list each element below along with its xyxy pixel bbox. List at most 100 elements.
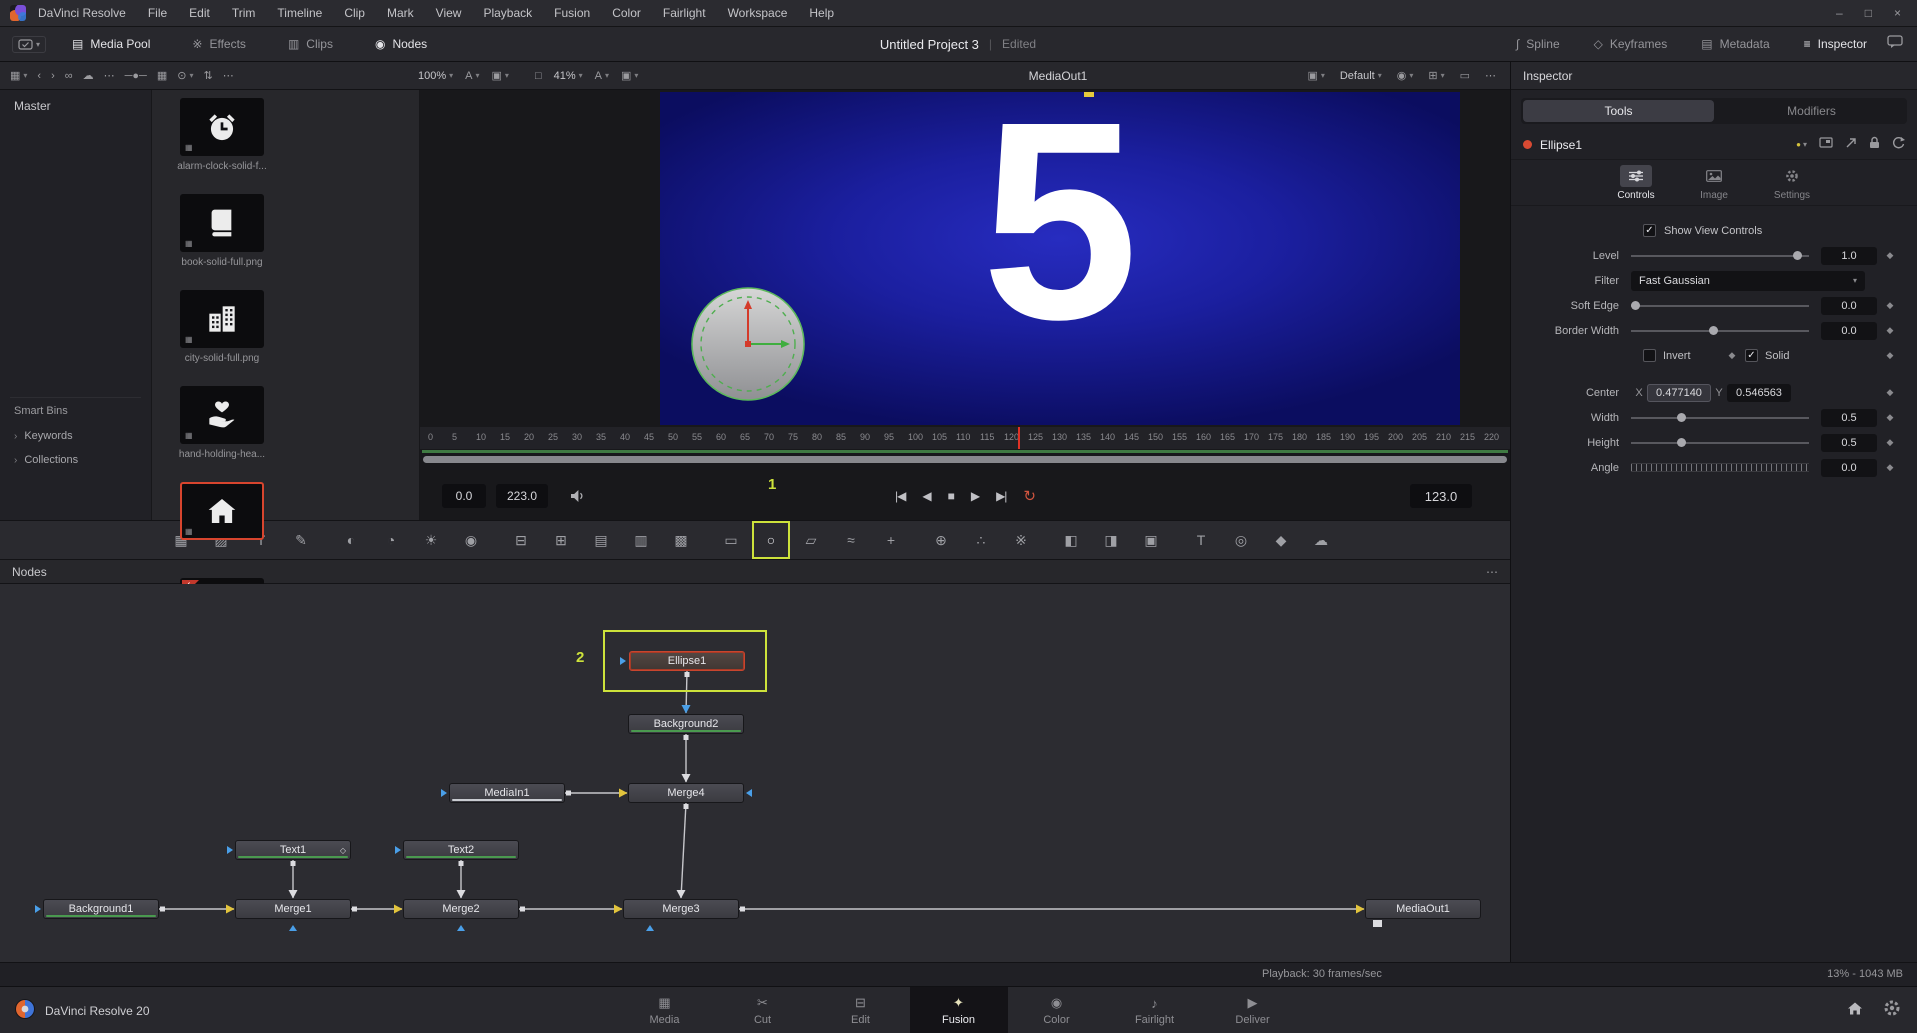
project-home-icon[interactable] (1847, 1001, 1863, 1021)
viewer-tool-grid-view[interactable]: ▦ (157, 69, 167, 82)
viewer-tool-viewer-options[interactable]: ⋯ (1485, 69, 1496, 82)
menu-file[interactable]: File (148, 6, 167, 20)
current-frame-display[interactable]: 123.0 (1410, 484, 1472, 508)
menu-trim[interactable]: Trim (232, 6, 256, 20)
audio-icon[interactable] (570, 489, 587, 503)
viewer-tool-gain-right[interactable]: A▾ (595, 70, 609, 82)
tool-p-merge[interactable]: ◨ (1098, 527, 1124, 553)
viewer-tool-stills[interactable]: □ (535, 70, 542, 82)
node-background1[interactable]: Background1 (43, 899, 159, 919)
tool-merge-3d[interactable]: ◆ (1268, 527, 1294, 553)
soft-edge-slider[interactable] (1631, 305, 1809, 307)
transport-play[interactable]: ▶ (971, 489, 979, 503)
collaboration-chat-icon[interactable] (1887, 35, 1903, 53)
slider-handle[interactable] (1793, 251, 1802, 260)
page-fairlight[interactable]: ♪Fairlight (1106, 987, 1204, 1033)
menu-fairlight[interactable]: Fairlight (663, 6, 706, 20)
menu-clip[interactable]: Clip (344, 6, 365, 20)
timeline-scrollbar[interactable] (423, 456, 1507, 463)
menu-davinci-resolve[interactable]: DaVinci Resolve (38, 6, 126, 20)
solid-checkbox[interactable]: ✓ (1745, 349, 1758, 362)
border-width-keyframe[interactable]: ◆ (1877, 325, 1903, 336)
viewer-tool-thumb-size-slider[interactable]: ─●─ (125, 70, 147, 82)
soft-edge-keyframe[interactable]: ◆ (1877, 300, 1903, 311)
viewer-tool-gain-left[interactable]: A▾ (465, 70, 479, 82)
viewer-tool-view-mode[interactable]: ▦▾ (10, 69, 27, 82)
smart-bins-label[interactable]: Smart Bins (10, 397, 141, 424)
tool-renderer-3d[interactable]: ☁ (1308, 527, 1334, 553)
media-item-hand-holding-hea[interactable]: ▦hand-holding-hea... (158, 386, 286, 482)
height-keyframe[interactable]: ◆ (1877, 437, 1903, 448)
menu-help[interactable]: Help (809, 6, 834, 20)
tool-hue-curves[interactable]: ☀ (418, 527, 444, 553)
tool-p-emitter[interactable]: ◧ (1058, 527, 1084, 553)
tool-shape-3d[interactable]: ◎ (1228, 527, 1254, 553)
tool-planar-tracker[interactable]: ∴ (968, 527, 994, 553)
menu-view[interactable]: View (436, 6, 462, 20)
timeline-ruler[interactable]: 0510152025303540455055606570758085909510… (420, 427, 1510, 449)
menu-workspace[interactable]: Workspace (728, 6, 788, 20)
panel-toggle-media-pool[interactable]: ▤Media Pool (72, 37, 150, 51)
menu-color[interactable]: Color (612, 6, 641, 20)
transport-last-frame[interactable]: ▶| (996, 489, 1006, 503)
node-graph-canvas[interactable]: Ellipse1Background2MediaIn1Merge4Text1◇T… (0, 584, 1510, 962)
page-color[interactable]: ◉Color (1008, 987, 1106, 1033)
tool-glow[interactable]: ◉ (458, 527, 484, 553)
angle-keyframe[interactable]: ◆ (1877, 462, 1903, 473)
ellipse-mask-control[interactable] (683, 279, 813, 409)
tool-p-render[interactable]: ▣ (1138, 527, 1164, 553)
viewer-tool-channel-left[interactable]: ▣▾ (492, 69, 509, 82)
viewer-tool-more-options-a[interactable]: ⋯ (104, 69, 115, 82)
viewer-tool-more-options-b[interactable]: ⋯ (223, 69, 234, 82)
tool-delta-keyer[interactable]: ▩ (668, 527, 694, 553)
node-merge2[interactable]: Merge2 (403, 899, 519, 919)
transport-stop[interactable]: ■ (948, 489, 954, 503)
range-start-input[interactable]: 0.0 (442, 484, 486, 508)
tool-ellipse-mask[interactable]: ○ (758, 527, 784, 553)
slider-handle[interactable] (1677, 438, 1686, 447)
tool-merge[interactable]: ⊟ (508, 527, 534, 553)
viewer-tool-zoom-right[interactable]: 41%▾ (554, 70, 583, 82)
node-text1[interactable]: Text1◇ (235, 840, 351, 860)
node-enable-dot[interactable] (1523, 140, 1532, 149)
tool-polygon-mask[interactable]: ▱ (798, 527, 824, 553)
center-keyframe[interactable]: ◆ (1877, 387, 1903, 398)
panel-toggle-metadata[interactable]: ▤Metadata (1701, 37, 1769, 51)
height-input[interactable]: 0.5 (1821, 434, 1877, 452)
center-x-input[interactable]: 0.477140 (1647, 384, 1711, 402)
border-width-input[interactable]: 0.0 (1821, 322, 1877, 340)
tool-matte-control[interactable]: ▥ (628, 527, 654, 553)
menu-fusion[interactable]: Fusion (554, 6, 590, 20)
maximize-button[interactable]: □ (1865, 6, 1872, 20)
viewer-tool-nav-back[interactable]: ‹ (37, 70, 41, 82)
viewer-source-label[interactable]: MediaOut1 (1029, 62, 1088, 90)
media-item-city-solid-full-png[interactable]: ▦city-solid-full.png (158, 290, 286, 386)
page-media[interactable]: ▦Media (616, 987, 714, 1033)
tab-tools[interactable]: Tools (1523, 100, 1714, 122)
screen-layout-icon[interactable] (1819, 136, 1833, 154)
app-logo-icon[interactable] (10, 5, 26, 21)
node-text2[interactable]: Text2 (403, 840, 519, 860)
height-slider[interactable] (1631, 442, 1809, 444)
panel-toggle-nodes[interactable]: ◉Nodes (375, 37, 427, 51)
tool-bspline-mask[interactable]: ≈ (838, 527, 864, 553)
level-keyframe[interactable]: ◆ (1877, 250, 1903, 261)
nodes-panel-options[interactable]: ⋯ (1486, 565, 1498, 579)
viewer-canvas[interactable]: 5 (660, 92, 1460, 425)
page-fusion[interactable]: ✦Fusion (910, 987, 1008, 1033)
node-mediaout1[interactable]: MediaOut1 (1365, 899, 1481, 919)
sidebar-item-keywords[interactable]: › Keywords (10, 424, 141, 448)
menu-playback[interactable]: Playback (483, 6, 532, 20)
subtab-image[interactable]: Image (1682, 165, 1746, 201)
page-edit[interactable]: ⊟Edit (812, 987, 910, 1033)
filter-dropdown[interactable]: Fast Gaussian ▾ (1631, 271, 1865, 291)
tool-dissolve[interactable]: ⊞ (548, 527, 574, 553)
show-view-controls-checkbox[interactable]: ✓ (1643, 224, 1656, 237)
tool-paint[interactable]: ✎ (288, 527, 314, 553)
transport-play-reverse[interactable]: ◀ (922, 489, 930, 503)
width-input[interactable]: 0.5 (1821, 409, 1877, 427)
panel-toggle-effects[interactable]: ※Effects (192, 37, 246, 51)
quick-export-button[interactable]: ▾ (12, 36, 46, 53)
slider-handle[interactable] (1631, 301, 1640, 310)
tool-color-curves[interactable]: ◔ (378, 527, 404, 553)
